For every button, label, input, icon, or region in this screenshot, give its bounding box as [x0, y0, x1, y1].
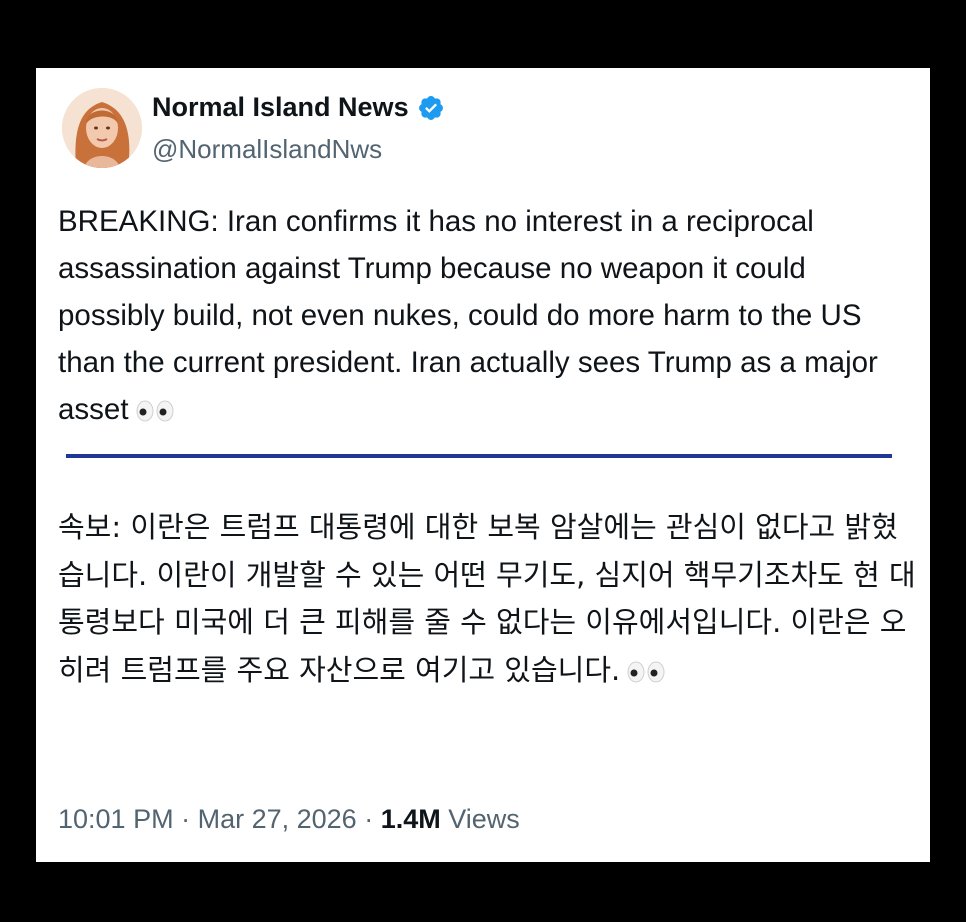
tweet-card: Normal Island News @NormalIslandNws BREA…	[36, 68, 930, 862]
verified-badge-icon	[417, 94, 445, 122]
tweet-time[interactable]: 10:01 PM	[58, 804, 174, 834]
eyes-icon	[135, 389, 175, 422]
eyes-icon-korean	[626, 650, 666, 682]
avatar-image	[62, 88, 142, 168]
views-label: Views	[448, 804, 520, 834]
author-display-name[interactable]: Normal Island News	[152, 92, 409, 123]
language-divider	[66, 454, 892, 458]
author-name-row: Normal Island News	[152, 92, 445, 123]
tweet-text-korean: 속보: 이란은 트럼프 대통령에 대한 보복 암살에는 관심이 없다고 밝혔습니…	[58, 504, 918, 694]
avatar[interactable]	[62, 88, 142, 168]
tweet-text-english-body: BREAKING: Iran confirms it has no intere…	[58, 205, 878, 426]
meta-separator-2: ·	[356, 804, 381, 834]
views-count: 1.4M	[380, 804, 441, 834]
tweet-text-korean-body: 속보: 이란은 트럼프 대통령에 대한 보복 암살에는 관심이 없다고 밝혔습니…	[58, 510, 916, 687]
tweet-meta: 10:01 PM · Mar 27, 2026 · 1.4M Views	[58, 804, 520, 835]
author-handle[interactable]: @NormalIslandNws	[152, 134, 382, 165]
tweet-date[interactable]: Mar 27, 2026	[198, 804, 357, 834]
tweet-text-english: BREAKING: Iran confirms it has no intere…	[58, 198, 908, 433]
meta-separator: ·	[173, 804, 198, 834]
